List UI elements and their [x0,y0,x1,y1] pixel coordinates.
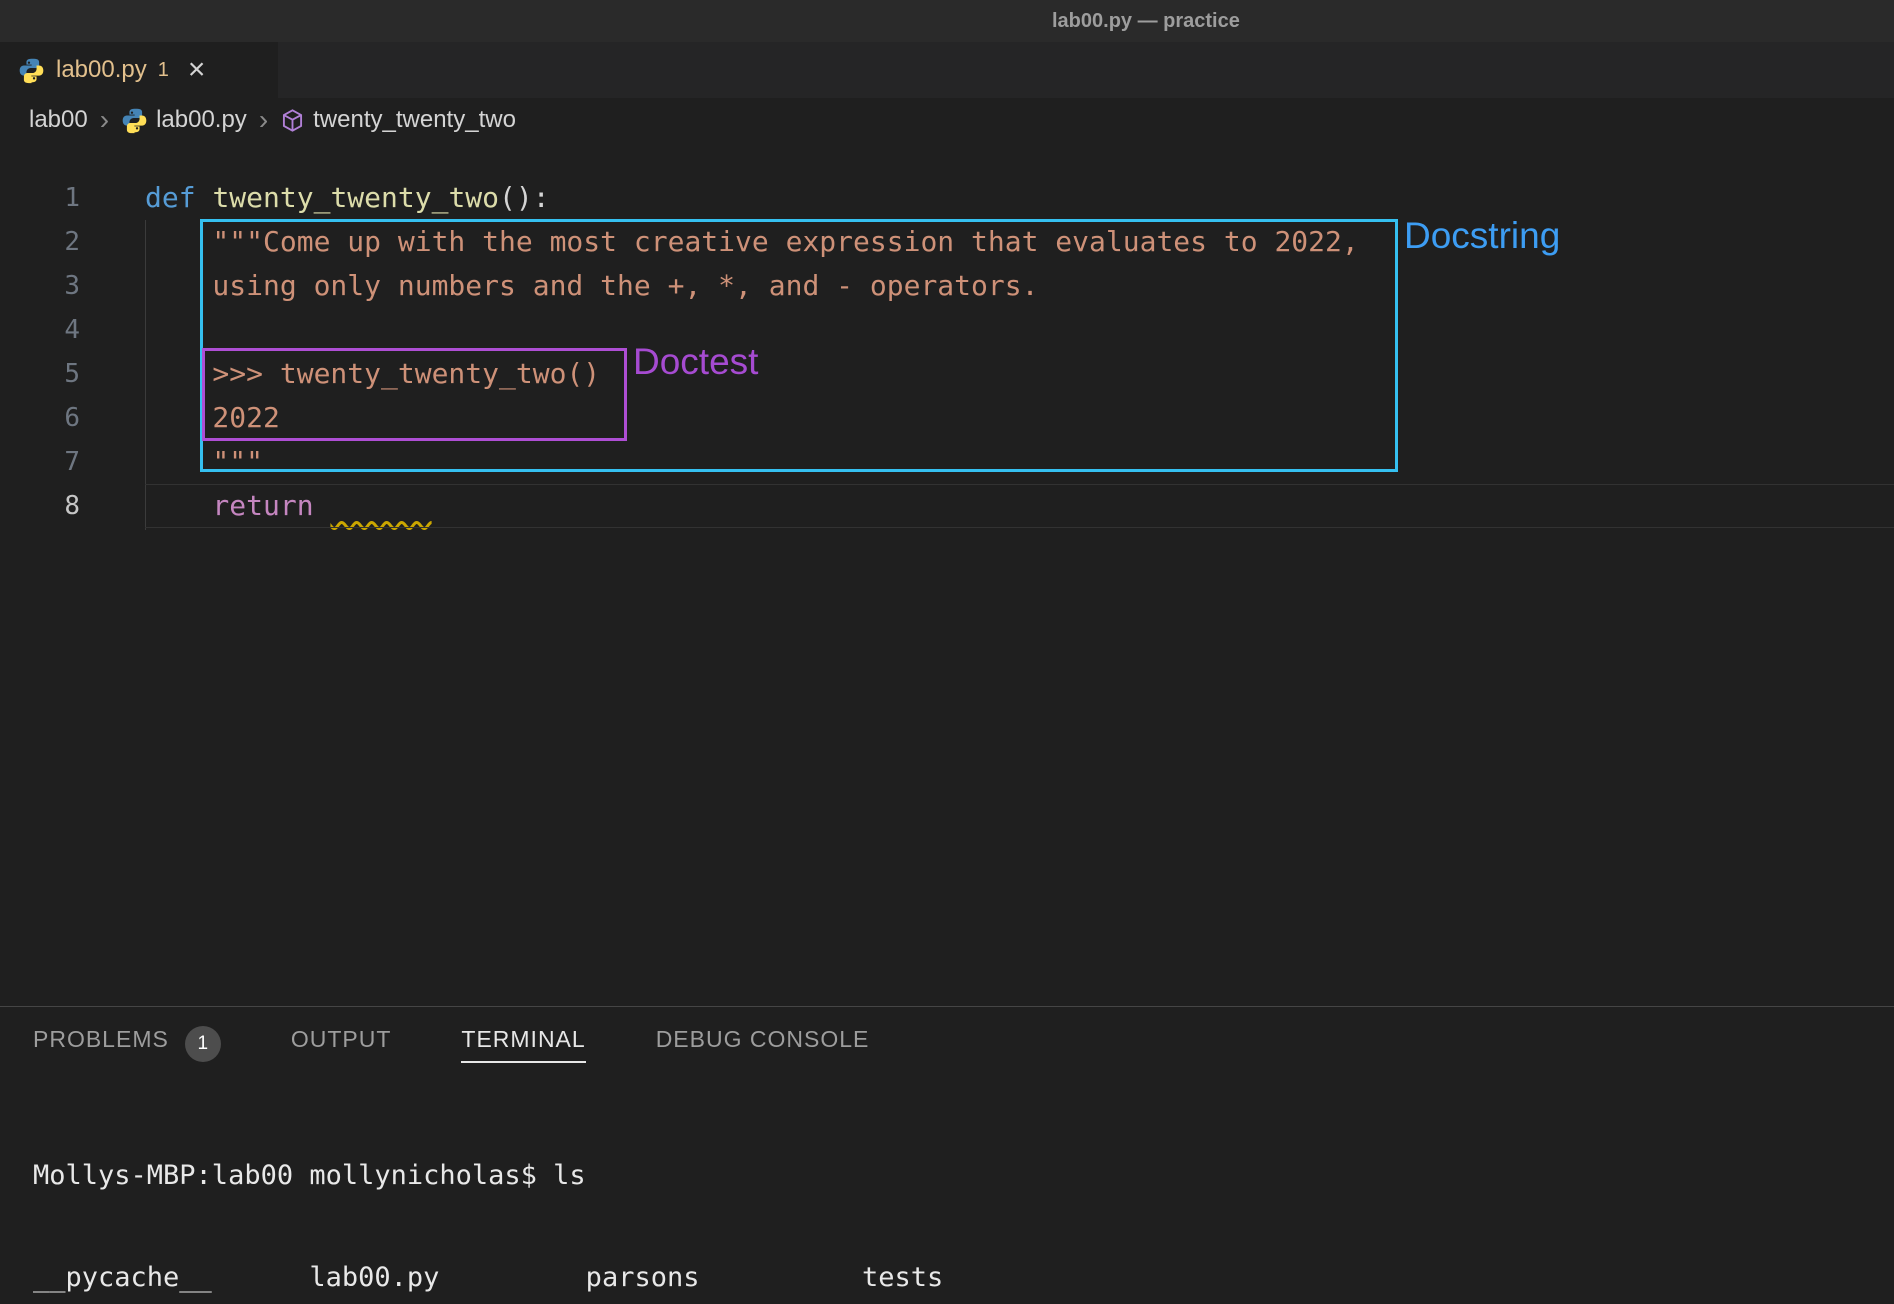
panel-tab-output[interactable]: OUTPUT [291,1026,392,1063]
line-number: 7 [0,440,110,484]
code-content [110,308,145,352]
panel-tab-problems-label: PROBLEMS [33,1026,169,1063]
line-number: 1 [0,176,110,220]
panel-tab-bar: PROBLEMS 1 OUTPUT TERMINAL DEBUG CONSOLE [0,1007,1894,1081]
punctuation: (): [499,181,550,214]
terminal-line: Mollys-MBP:lab00 mollynicholas$ ls [33,1159,1894,1193]
title-bar: lab00.py — practice [0,0,1894,42]
breadcrumb-item-symbol[interactable]: twenty_twenty_two [280,106,516,134]
editor-tab-lab00[interactable]: lab00.py 1 × [0,42,278,98]
python-icon [121,107,148,134]
breadcrumb-file-label: lab00.py [156,106,247,134]
panel-tab-terminal[interactable]: TERMINAL [461,1026,585,1063]
chevron-right-icon: › [98,106,111,134]
doctest-annotation-box [202,348,627,441]
python-icon [18,57,45,84]
breadcrumb-item-file[interactable]: lab00.py [121,106,247,134]
breadcrumb: lab00 › lab00.py › twenty_twenty_two [0,98,1894,142]
panel-tab-problems[interactable]: PROBLEMS 1 [33,1026,221,1063]
terminal-line: __pycache__ lab00.py parsons tests [33,1261,1894,1295]
line-number: 3 [0,264,110,308]
code-editor[interactable]: 1 def twenty_twenty_two(): 2 """Come up … [0,142,1894,1006]
tab-label: lab00.py [56,56,147,84]
code-line[interactable]: 1 def twenty_twenty_two(): [0,176,1894,220]
bottom-panel: PROBLEMS 1 OUTPUT TERMINAL DEBUG CONSOLE… [0,1006,1894,1304]
breadcrumb-folder-label: lab00 [29,106,88,134]
line-number: 4 [0,308,110,352]
line-number: 2 [0,220,110,264]
line-number: 8 [0,484,110,528]
panel-tab-terminal-label: TERMINAL [461,1026,585,1063]
window-title: lab00.py — practice [1052,0,1240,42]
line-number: 6 [0,396,110,440]
editor-tab-bar: lab00.py 1 × [0,42,1894,98]
terminal[interactable]: Mollys-MBP:lab00 mollynicholas$ ls __pyc… [33,1091,1894,1304]
keyword-def: def [145,181,212,214]
chevron-right-icon: › [257,106,270,134]
problems-count-badge: 1 [185,1026,221,1062]
line-number: 5 [0,352,110,396]
tab-close-icon[interactable]: × [188,55,206,85]
vscode-window: lab00.py — practice lab00.py 1 × lab00 ›… [0,0,1894,1304]
current-line-highlight [145,484,1894,528]
docstring-annotation-label: Docstring [1404,214,1560,258]
code-content: def twenty_twenty_two(): [110,176,550,220]
panel-tab-debug-console[interactable]: DEBUG CONSOLE [656,1026,870,1063]
breadcrumb-symbol-label: twenty_twenty_two [313,106,516,134]
panel-tab-output-label: OUTPUT [291,1026,392,1063]
doctest-annotation-label: Doctest [633,340,758,384]
breadcrumb-item-folder[interactable]: lab00 [29,106,88,134]
function-name: twenty_twenty_two [212,181,499,214]
tab-badge: 1 [158,59,169,82]
symbol-cube-icon [280,108,305,133]
panel-tab-debug-console-label: DEBUG CONSOLE [656,1026,870,1063]
